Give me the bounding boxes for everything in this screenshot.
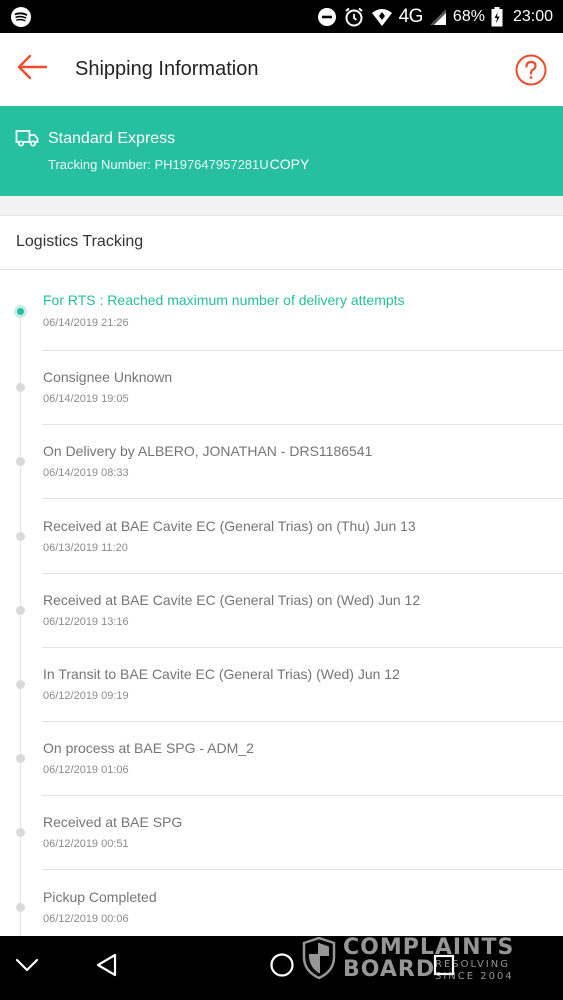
timeline-event: For RTS : Reached maximum number of deli… [0,289,563,363]
event-time: 06/12/2019 00:06 [43,913,129,925]
timeline-dot [16,828,25,837]
timeline-event: Received at BAE Cavite EC (General Trias… [0,516,563,590]
event-status: On Delivery by ALBERO, JONATHAN - DRS118… [43,443,373,459]
event-status: Consignee Unknown [43,369,173,385]
watermark-tagline-1: RESOLVING [435,959,510,970]
circle-home-icon [268,951,296,984]
timeline-event: On process at BAE SPG - ADM_2 06/12/2019… [0,738,563,812]
event-time: 06/12/2019 09:19 [43,690,129,702]
copy-button[interactable]: COPY [270,156,310,172]
event-status: Received at BAE Cavite EC (General Trias… [43,592,421,608]
alarm-icon [343,6,365,28]
timeline-event: Received at BAE Cavite EC (General Trias… [0,590,563,664]
timeline-dot [16,903,25,912]
dnd-icon [317,7,337,27]
event-time: 06/14/2019 08:33 [43,467,129,479]
event-status: In Transit to BAE Cavite EC (General Tri… [43,666,400,682]
back-button[interactable] [0,33,64,106]
triangle-back-icon [94,952,120,983]
shipping-method: Standard Express [48,130,176,147]
event-divider [42,795,563,796]
watermark-line2: BOARD [343,957,436,982]
battery-percent: 68% [452,7,485,25]
event-divider [42,350,563,351]
arrow-left-icon [16,54,48,85]
timeline-dot [16,532,25,541]
tracking-timeline: For RTS : Reached maximum number of deli… [0,271,563,936]
status-bar: 4G 68% 23:00 [0,0,563,33]
event-status: Received at BAE Cavite EC (General Trias… [43,518,416,534]
tracking-number: Tracking Number: PH197647957281U [48,157,269,172]
event-divider [42,721,563,722]
app-header: Shipping Information [0,33,563,106]
help-button[interactable] [515,54,547,86]
event-time: 06/14/2019 21:26 [43,317,129,329]
event-status: Pickup Completed [43,889,157,905]
complaints-board-watermark: COMPLAINTS BOARD RESOLVING SINCE 2004 [302,935,522,985]
event-time: 06/12/2019 00:51 [43,838,129,850]
timeline-dot [16,680,25,689]
section-title: Logistics Tracking [16,233,144,250]
network-label: 4G [398,5,424,27]
event-divider [42,424,563,425]
timeline-dot [16,383,25,392]
timeline-event: Consignee Unknown 06/14/2019 19:05 [0,367,563,441]
event-divider [42,573,563,574]
timeline-dot [16,606,25,615]
clock: 23:00 [512,7,553,25]
truck-icon [15,128,39,153]
chevron-down-icon [14,957,40,978]
event-status: For RTS : Reached maximum number of deli… [43,292,405,308]
timeline-event: In Transit to BAE Cavite EC (General Tri… [0,664,563,738]
question-icon [515,54,547,90]
tracking-row: Tracking Number: PH197647957281U COPY [48,156,309,172]
shipping-banner [0,106,563,196]
shield-logo-icon [302,936,336,984]
event-time: 06/12/2019 13:16 [43,616,129,628]
section-divider [0,196,563,216]
home-nav-button[interactable] [267,952,297,982]
timeline-dot [16,754,25,763]
event-divider [42,869,563,870]
event-time: 06/12/2019 01:06 [43,764,129,776]
timeline-dot-active [14,305,27,318]
logistics-header: Logistics Tracking [0,216,563,270]
hide-keyboard-button[interactable] [12,952,42,982]
event-time: 06/14/2019 19:05 [43,393,129,405]
signal-icon [429,8,447,26]
spotify-icon [10,6,32,28]
timeline-event: On Delivery by ALBERO, JONATHAN - DRS118… [0,441,563,515]
timeline-dot [16,457,25,466]
event-divider [42,647,563,648]
page-title: Shipping Information [75,58,259,80]
battery-icon [491,6,503,27]
back-nav-button[interactable] [92,952,122,982]
event-status: On process at BAE SPG - ADM_2 [43,740,254,756]
watermark-tagline-2: SINCE 2004 [435,971,514,982]
timeline-event: Received at BAE SPG 06/12/2019 00:51 [0,812,563,886]
wifi-icon [371,7,393,27]
event-divider [42,498,563,499]
event-status: Received at BAE SPG [43,814,183,830]
event-time: 06/13/2019 11:20 [43,542,128,554]
